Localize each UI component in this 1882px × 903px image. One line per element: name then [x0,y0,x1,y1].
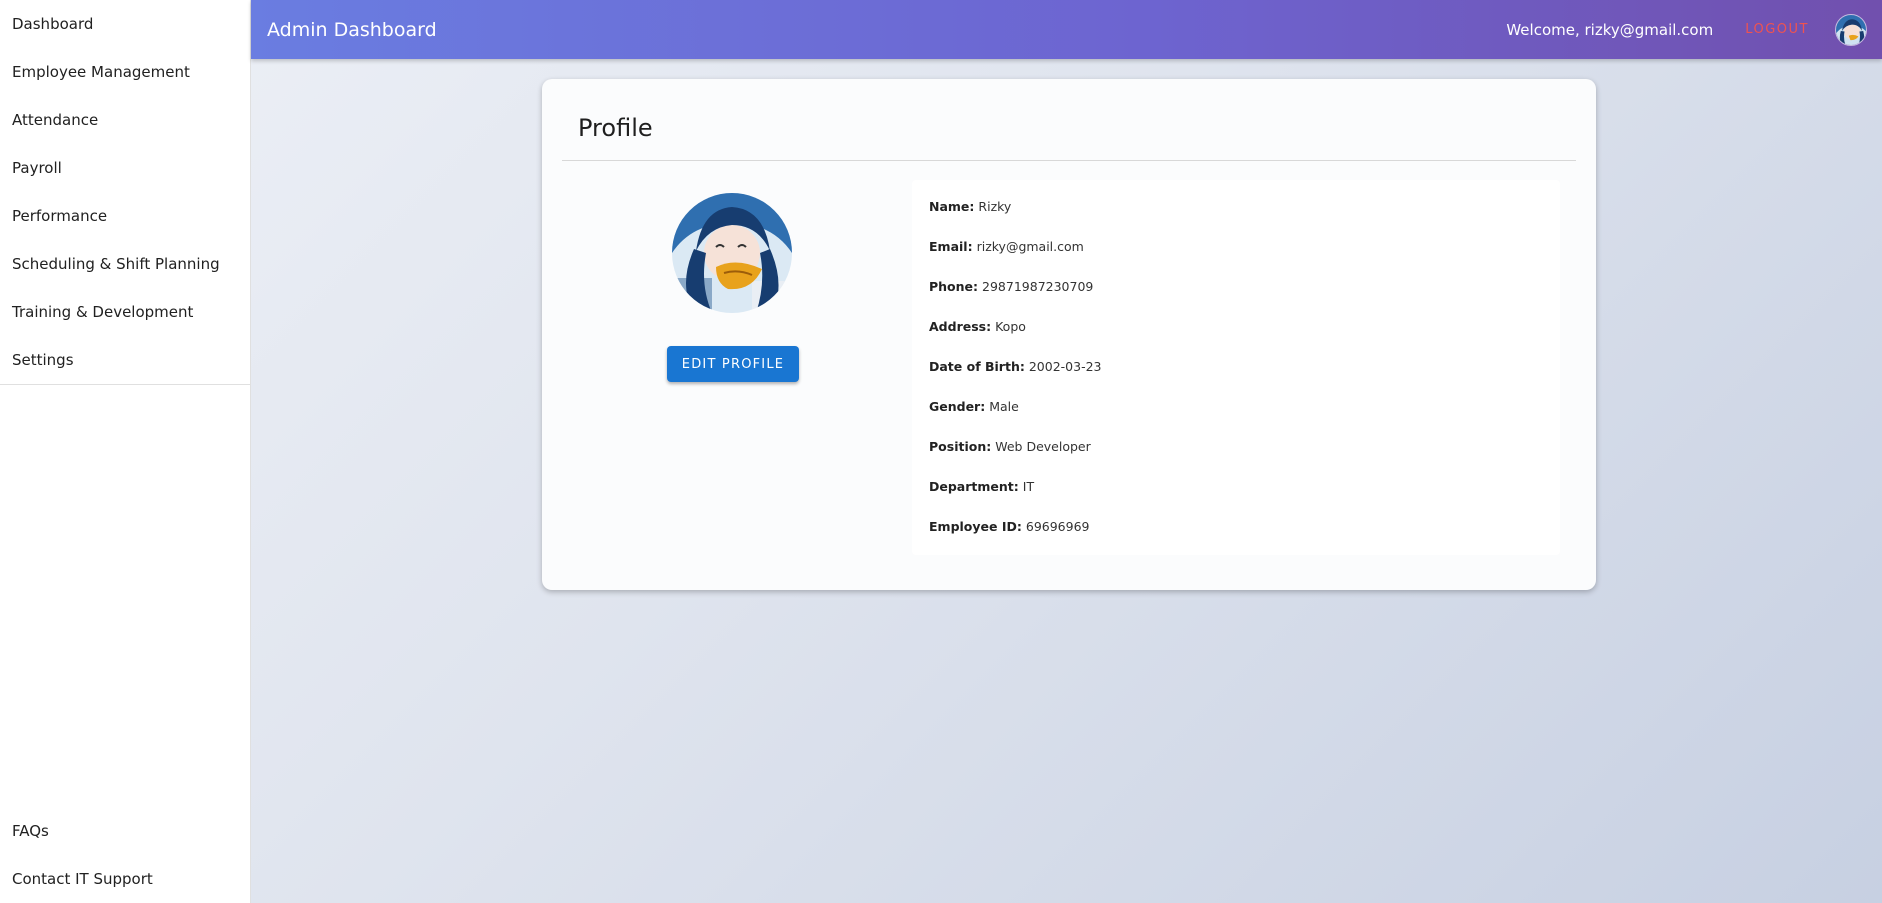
top-app-bar: Admin Dashboard Welcome, rizky@gmail.com… [251,0,1882,59]
sidebar-item-scheduling[interactable]: Scheduling & Shift Planning [0,240,250,288]
field-label: Address: [929,318,992,334]
sidebar-item-attendance[interactable]: Attendance [0,96,250,144]
sidebar-bottom-nav: FAQs Contact IT Support [0,807,250,903]
field-value: Kopo [995,318,1026,334]
field-value: 69696969 [1025,518,1090,534]
sidebar-item-settings[interactable]: Settings [0,336,250,384]
field-label: Phone: [929,278,979,294]
field-value: IT [1022,478,1035,494]
field-value: Web Developer [995,438,1091,454]
sidebar-item-employee-management[interactable]: Employee Management [0,48,250,96]
logout-button[interactable]: LOGOUT [1745,22,1809,37]
sidebar-item-label: Settings [12,351,74,369]
field-value: 2002-03-23 [1028,358,1102,374]
sidebar-item-label: Performance [12,207,108,225]
profile-avatar-image [672,193,792,313]
sidebar-item-label: Employee Management [12,63,190,81]
field-label: Name: [929,198,975,214]
sidebar-item-training[interactable]: Training & Development [0,288,250,336]
avatar[interactable] [1835,13,1867,46]
welcome-text: Welcome, rizky@gmail.com [1506,20,1714,39]
field-department: Department: IT [912,466,1560,506]
edit-profile-button[interactable]: EDIT PROFILE [667,346,799,382]
field-date-of-birth: Date of Birth: 2002-03-23 [912,346,1560,386]
divider [562,160,1576,161]
header-actions: Welcome, rizky@gmail.com LOGOUT [1506,0,1882,59]
field-label: Position: [929,438,992,454]
sidebar-item-payroll[interactable]: Payroll [0,144,250,192]
field-label: Email: [929,238,973,254]
field-gender: Gender: Male [912,386,1560,426]
sidebar: Dashboard Employee Management Attendance… [0,0,251,903]
sidebar-item-label: Dashboard [12,15,94,33]
field-position: Position: Web Developer [912,426,1560,466]
field-email: Email: rizky@gmail.com [912,226,1560,266]
avatar-image [1836,14,1866,45]
profile-card: Profile EDIT PROFILE Name: Rizky Email: ri… [542,79,1596,590]
sidebar-item-label: Payroll [12,159,62,177]
field-label: Employee ID: [929,518,1022,534]
sidebar-item-dashboard[interactable]: Dashboard [0,0,250,48]
field-value: Rizky [978,198,1012,214]
field-name: Name: Rizky [912,186,1560,226]
sidebar-item-performance[interactable]: Performance [0,192,250,240]
field-value: 29871987230709 [982,278,1094,294]
field-value: Male [989,398,1019,414]
field-label: Gender: [929,398,986,414]
field-value: rizky@gmail.com [976,238,1084,254]
field-label: Department: [929,478,1019,494]
sidebar-item-label: Attendance [12,111,99,129]
field-phone: Phone: 29871987230709 [912,266,1560,306]
page-title: Profile [578,114,653,142]
field-employee-id: Employee ID: 69696969 [912,506,1560,546]
sidebar-nav: Dashboard Employee Management Attendance… [0,0,250,385]
sidebar-item-label: Contact IT Support [12,870,153,888]
sidebar-item-label: FAQs [12,822,49,840]
sidebar-item-contact-it-support[interactable]: Contact IT Support [0,855,250,903]
profile-avatar [672,193,792,313]
sidebar-item-label: Training & Development [12,303,194,321]
app-title: Admin Dashboard [267,18,437,41]
sidebar-item-faqs[interactable]: FAQs [0,807,250,855]
field-address: Address: Kopo [912,306,1560,346]
sidebar-item-label: Scheduling & Shift Planning [12,255,220,273]
field-label: Date of Birth: [929,358,1025,374]
profile-details: Name: Rizky Email: rizky@gmail.com Phone: 2… [912,180,1560,555]
